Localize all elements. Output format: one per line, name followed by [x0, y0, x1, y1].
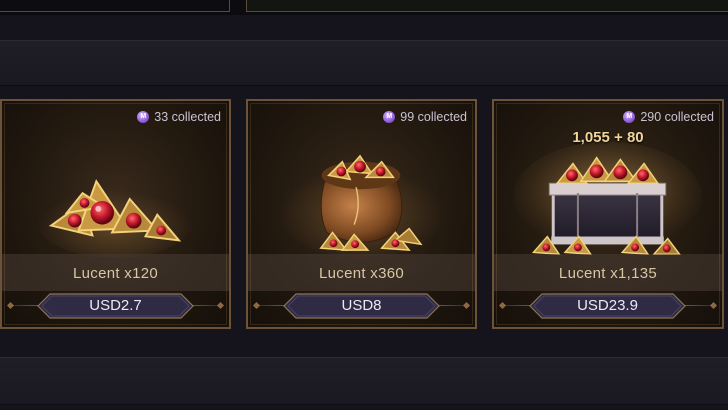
buy-button[interactable]: USD8	[283, 293, 440, 319]
top-panel-right	[246, 0, 728, 12]
collected-text: 290 collected	[640, 110, 714, 124]
offer-name: Lucent x360	[318, 265, 405, 282]
collected-count: M 33 collected	[137, 110, 221, 124]
buy-button[interactable]: USD2.7	[37, 293, 194, 319]
section-band-top	[0, 40, 728, 86]
collected-text: 33 collected	[154, 110, 221, 124]
collected-count: M 99 collected	[383, 110, 467, 124]
collected-text: 99 collected	[400, 110, 467, 124]
section-band-bottom	[0, 357, 728, 405]
price-label: USD8	[341, 297, 382, 314]
price-label: USD2.7	[89, 297, 142, 314]
offer-card-1[interactable]: M 33 collected Lucent x120 USD2.7	[0, 99, 231, 329]
lucent-treasure-chest-icon	[513, 141, 702, 256]
offer-card-2[interactable]: M 99 collected Lucent x360 USD8	[246, 99, 477, 329]
lucent-gems-pile-icon	[36, 179, 194, 258]
offer-name: Lucent x120	[72, 265, 159, 282]
offer-name: Lucent x1,135	[558, 265, 658, 282]
lucent-pouch-icon	[277, 154, 445, 258]
top-panel-left	[0, 0, 230, 12]
collected-badge-icon: M	[623, 111, 636, 123]
offer-card-3[interactable]: M 290 collected 1,055 + 80 Lucent x1,135…	[492, 99, 724, 329]
collected-badge-icon: M	[383, 111, 396, 123]
price-label: USD23.9	[577, 297, 638, 314]
collected-badge-icon: M	[137, 111, 150, 123]
buy-button[interactable]: USD23.9	[529, 293, 686, 319]
collected-count: M 290 collected	[623, 110, 714, 124]
